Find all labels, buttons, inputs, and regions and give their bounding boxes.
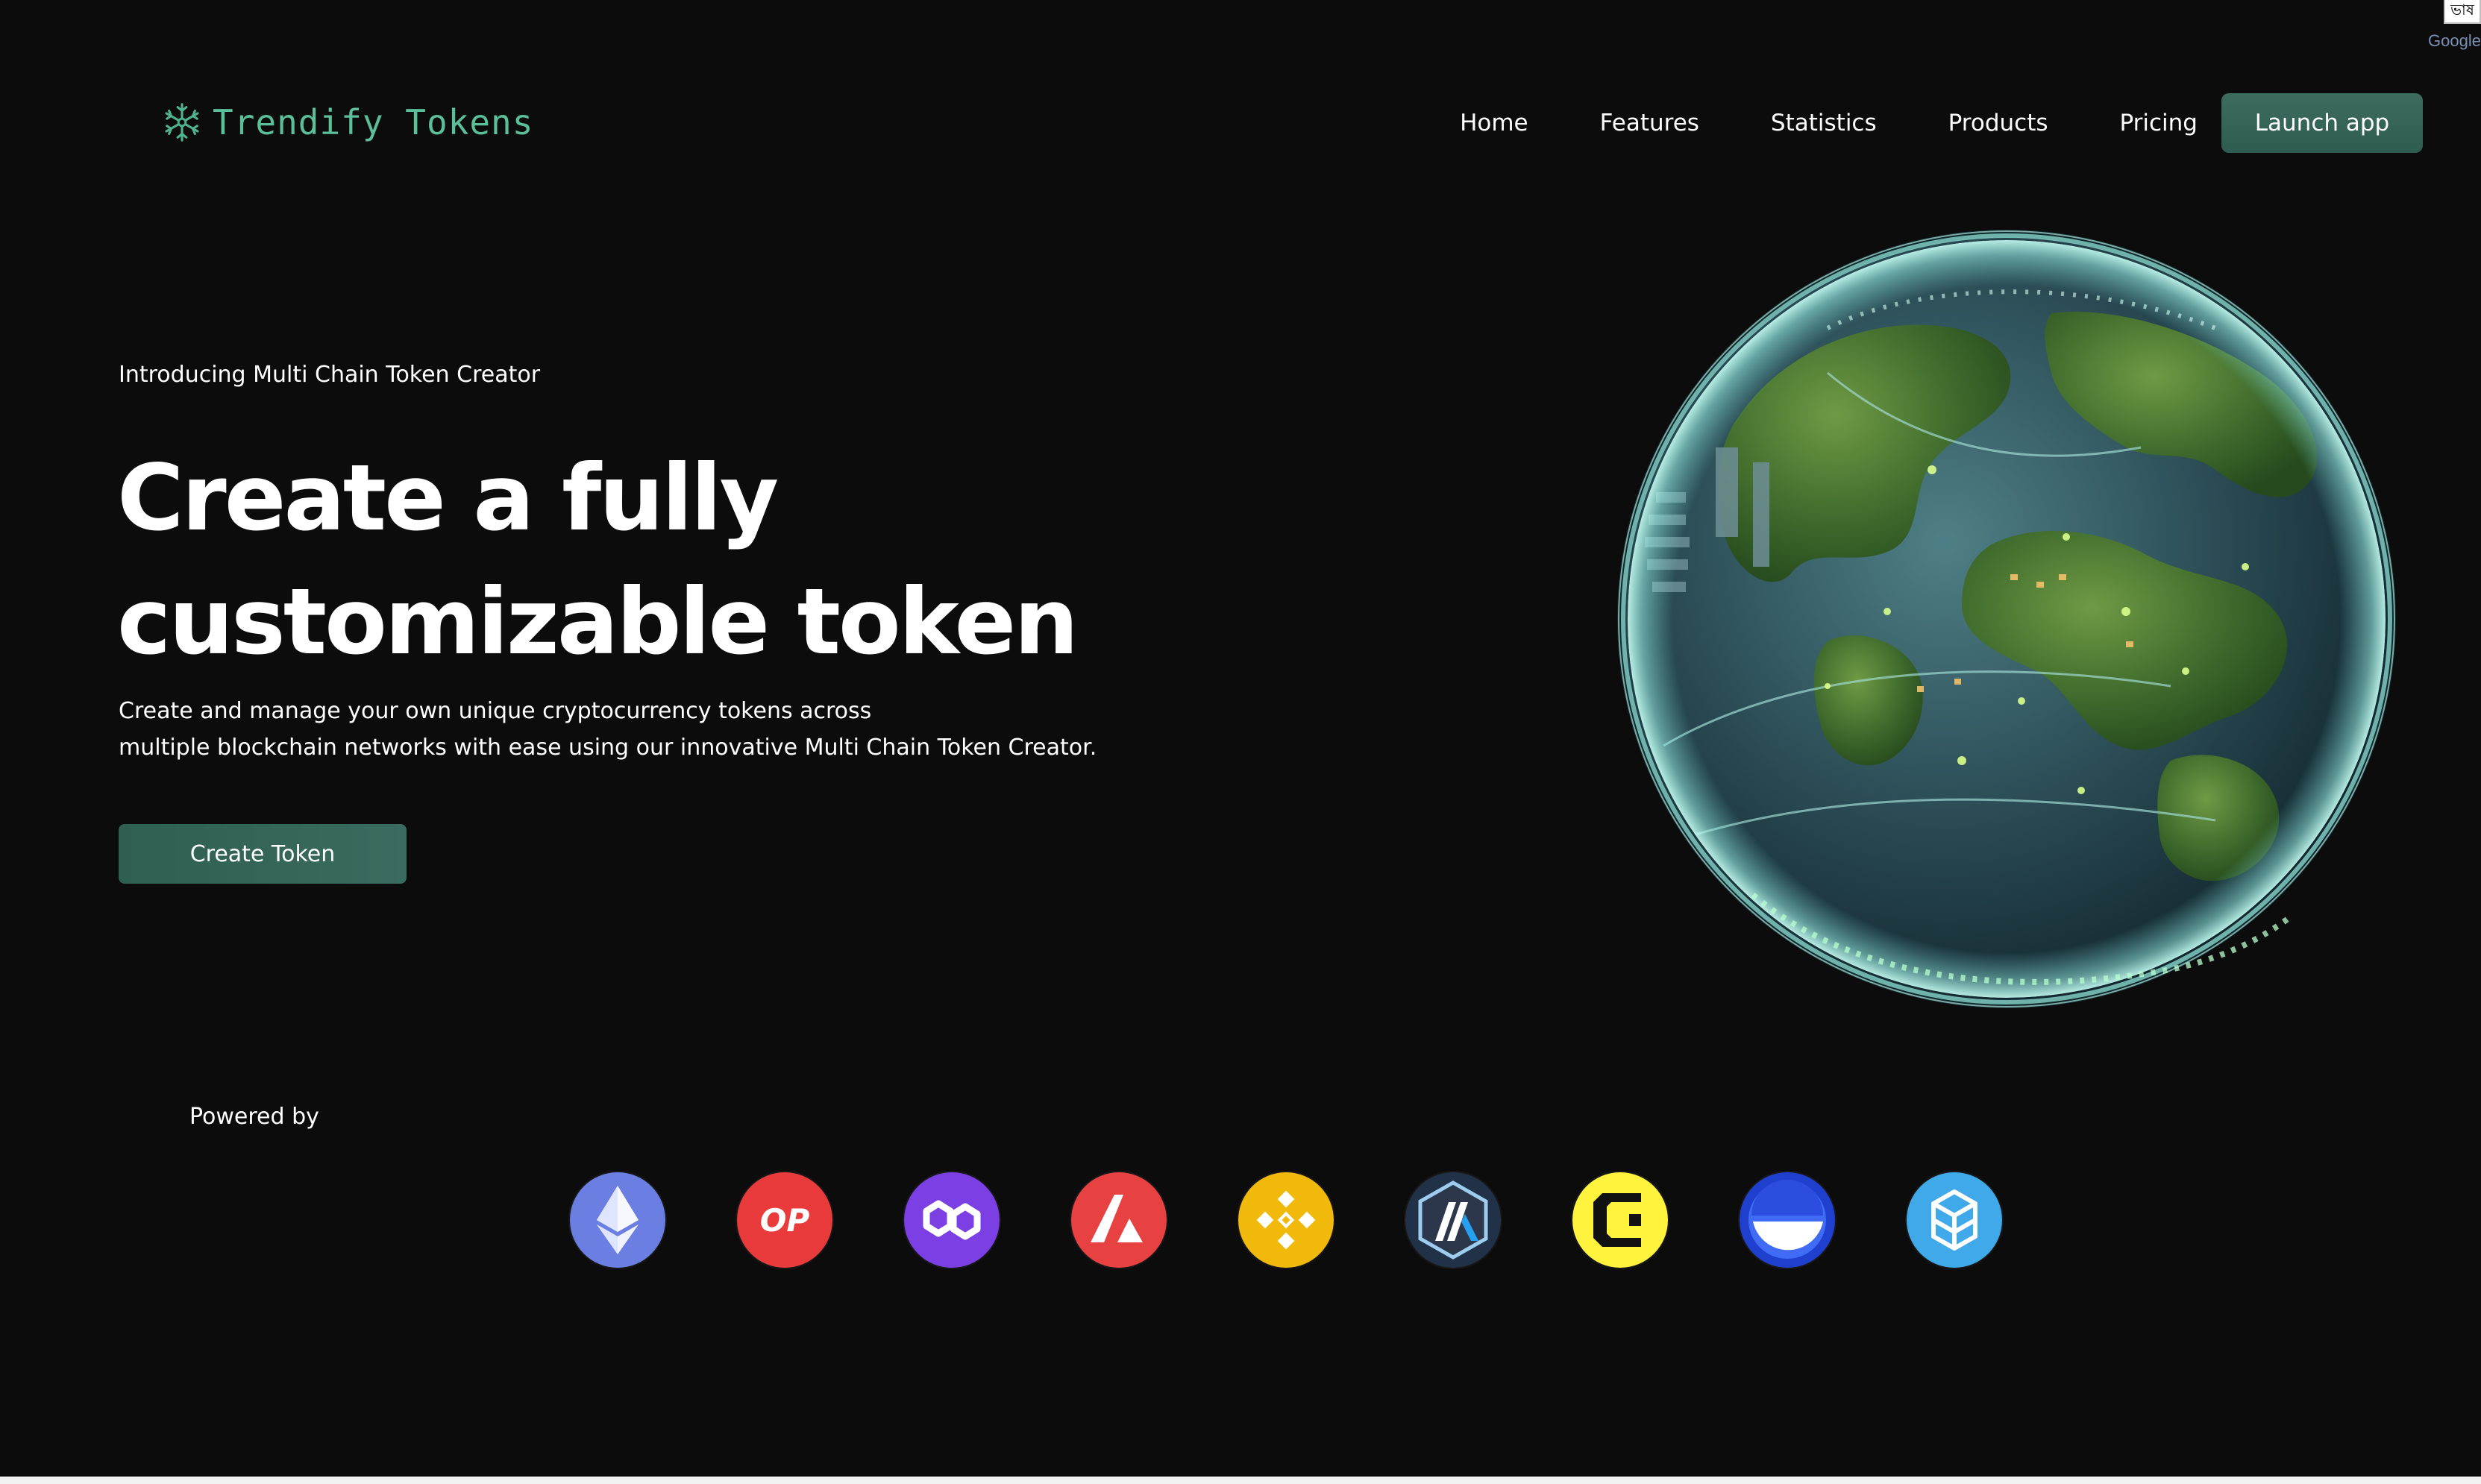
- optimism-label: OP: [760, 1202, 810, 1239]
- nav-link-pricing[interactable]: Pricing: [2120, 110, 2198, 136]
- launch-app-button[interactable]: Launch app: [2221, 93, 2423, 153]
- fantom-icon[interactable]: [1907, 1172, 2002, 1268]
- nav-link-products[interactable]: Products: [1948, 110, 2048, 136]
- hero-description-line-1: Create and manage your own unique crypto…: [119, 698, 872, 724]
- powered-by-label: Powered by: [189, 1104, 319, 1130]
- hero-description: Create and manage your own unique crypto…: [119, 693, 1163, 766]
- core-icon[interactable]: [1572, 1172, 1668, 1268]
- logo[interactable]: Trendify Tokens: [160, 101, 533, 144]
- logo-wordmark: Trendify Tokens: [213, 102, 534, 142]
- arbitrum-icon[interactable]: [1405, 1172, 1501, 1268]
- snowflake-logo-icon: [165, 103, 199, 142]
- globe-illustration: [1604, 224, 2409, 1014]
- hero-title-line-1: Create a fully: [117, 445, 779, 551]
- avalanche-icon[interactable]: [1071, 1172, 1167, 1268]
- page-bottom-edge: [0, 1477, 2481, 1484]
- nav-link-home[interactable]: Home: [1460, 110, 1528, 136]
- nav-link-features[interactable]: Features: [1600, 110, 1699, 136]
- ethereum-icon[interactable]: [570, 1172, 665, 1268]
- tech-globe-image: [1617, 230, 2396, 1008]
- chain-logo-row: OP: [570, 1172, 2002, 1268]
- main-nav: Home Features Statistics Products Pricin…: [1460, 93, 2423, 153]
- nav-link-statistics[interactable]: Statistics: [1771, 110, 1877, 136]
- bnb-chain-icon[interactable]: [1238, 1172, 1334, 1268]
- hero-title-line-2: customizable token: [117, 569, 1079, 675]
- base-icon[interactable]: [1740, 1172, 1835, 1268]
- hero-title: Create a fully customizable token: [117, 436, 1236, 684]
- optimism-icon[interactable]: OP: [737, 1172, 832, 1268]
- hero-eyebrow: Introducing Multi Chain Token Creator: [119, 362, 541, 388]
- hero-description-line-2: multiple blockchain networks with ease u…: [119, 735, 1097, 761]
- create-token-button[interactable]: Create Token: [119, 824, 407, 884]
- site-header: Trendify Tokens Home Features Statistics…: [0, 0, 2481, 153]
- polygon-icon[interactable]: [904, 1172, 1000, 1268]
